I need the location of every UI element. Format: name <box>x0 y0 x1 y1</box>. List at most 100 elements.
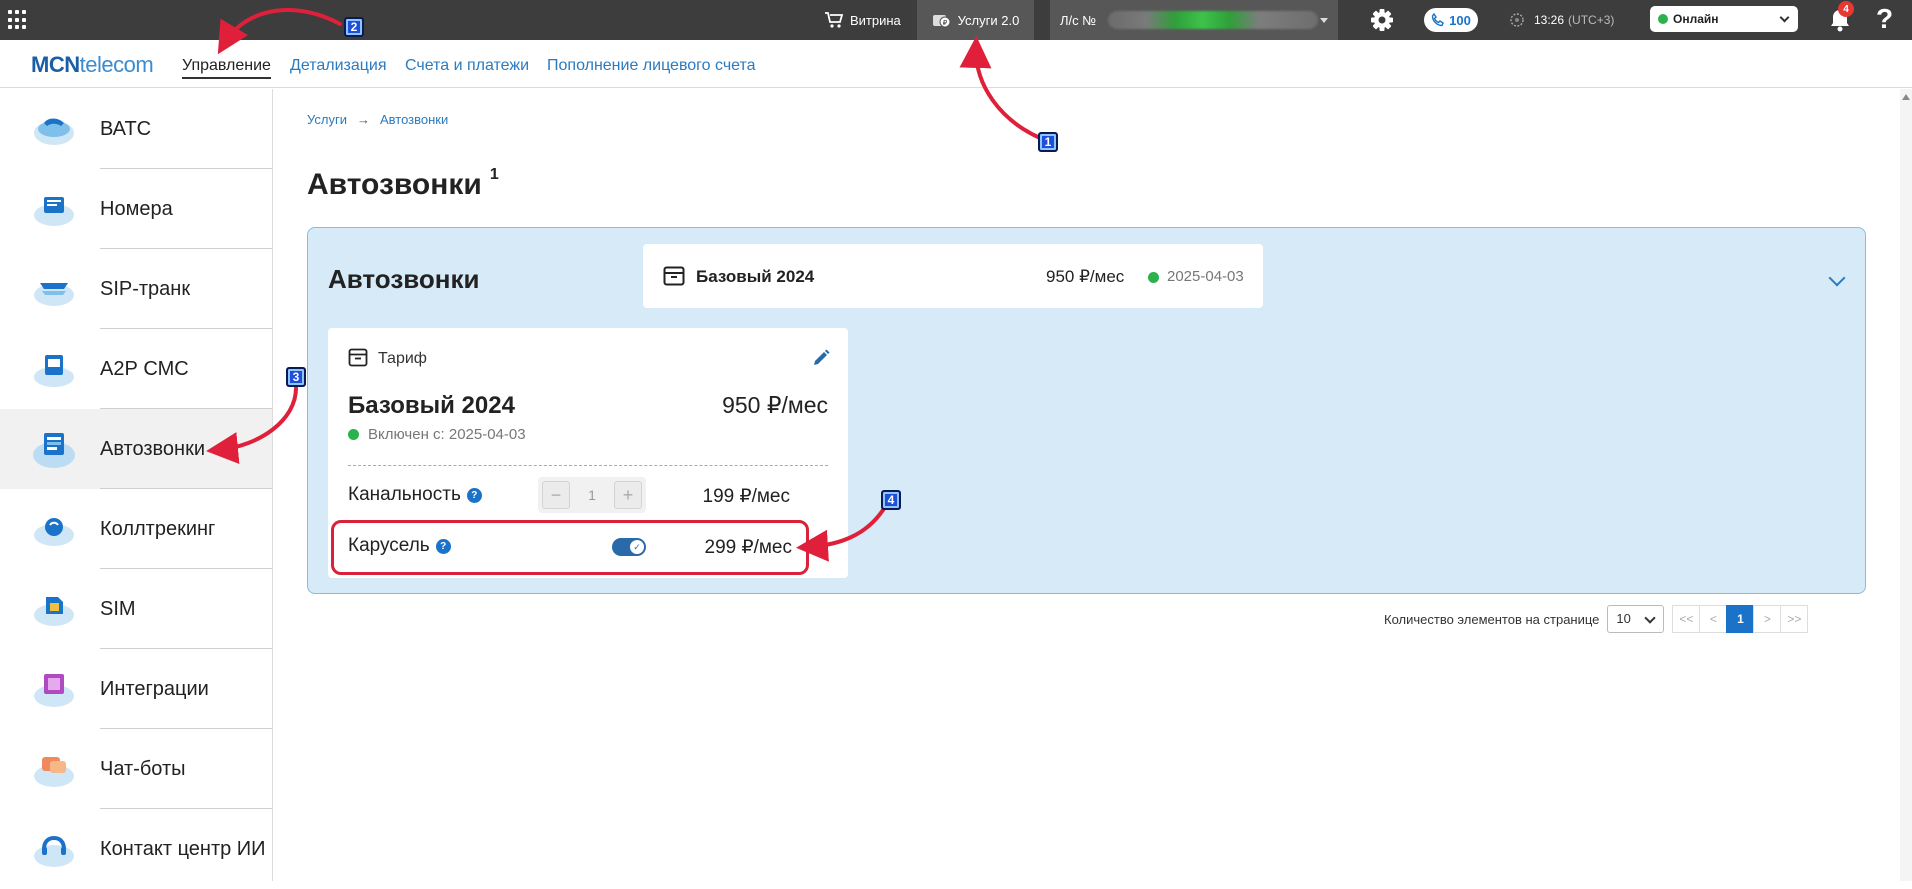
vitrina-link[interactable]: Витрина <box>824 0 901 40</box>
globe-icon <box>1510 13 1524 27</box>
logo[interactable]: MCNtelecom <box>31 52 154 78</box>
calls-count: 100 <box>1449 12 1471 28</box>
arrow-right-icon: → <box>356 112 370 127</box>
annotation-marker-3: 3 <box>286 367 306 387</box>
last-page-button[interactable]: >> <box>1780 605 1809 633</box>
clock: 13:26 (UTC+3) <box>1508 0 1614 40</box>
sidebar-item-integrations[interactable]: Интеграции <box>0 649 272 729</box>
sidebar-item-sim[interactable]: SIM <box>0 569 272 649</box>
breadcrumb-avtozvonki[interactable]: Автозвонки <box>380 112 448 127</box>
annotation-marker-4: 4 <box>881 490 901 510</box>
sidebar-item-label: Контакт центр ИИ <box>100 837 266 860</box>
tariff-label: Тариф <box>378 350 427 367</box>
account-prefix: Л/с № <box>1060 12 1097 28</box>
kanalnost-value: 1 <box>588 487 596 503</box>
help-circle-icon[interactable]: ? <box>466 487 482 503</box>
dashed-divider <box>348 465 828 466</box>
prev-page-button[interactable]: < <box>1699 605 1728 633</box>
top-bar: Витрина ₽ Услуги 2.0 Л/с № 100 13:26 (UT… <box>0 0 1912 40</box>
pagination: Количество элементов на странице 10 << <… <box>1384 604 1809 634</box>
svg-text:₽: ₽ <box>942 19 947 27</box>
account-selector[interactable]: Л/с № <box>1050 0 1338 40</box>
current-page-button[interactable]: 1 <box>1726 605 1755 633</box>
sidebar-item-chatbots[interactable]: Чат-боты <box>0 729 272 809</box>
sidebar-item-label: Интеграции <box>100 677 209 700</box>
archive-box-icon <box>663 266 685 286</box>
status-value: Онлайн <box>1673 12 1719 26</box>
increment-button[interactable]: + <box>613 481 642 509</box>
active-status-dot <box>348 429 359 440</box>
sidebar-item-a2p-sms[interactable]: А2Р СМС <box>0 329 272 409</box>
sidebar-item-label: Номера <box>100 197 173 220</box>
sim-icon <box>34 597 74 626</box>
sidebar-item-label: Коллтрекинг <box>100 517 216 540</box>
nav-popolnenie[interactable]: Пополнение лицевого счета <box>547 57 756 75</box>
sidebar-item-calltracking[interactable]: Коллтрекинг <box>0 489 272 569</box>
page-title-text: Автозвонки <box>307 168 482 201</box>
help-icon[interactable]: ? <box>1876 3 1893 35</box>
chevron-down-icon[interactable] <box>1828 269 1846 287</box>
uslugi-label: Услуги 2.0 <box>957 12 1020 28</box>
account-number-redacted <box>1108 11 1318 29</box>
status-select[interactable]: Онлайн <box>1650 6 1798 32</box>
kanalnost-stepper[interactable]: − 1 + <box>538 477 646 513</box>
tariff-name: Базовый 2024 <box>348 392 515 419</box>
summary-price: 950 ₽/мес <box>1046 267 1125 286</box>
pencil-icon[interactable] <box>811 348 831 368</box>
autodial-icon <box>33 433 75 468</box>
nav-detalizaciya[interactable]: Детализация <box>290 57 387 75</box>
chatbot-icon <box>34 757 74 787</box>
sidebar: ВАТС Номера SIP-транк А2Р СМС Автозвонки… <box>0 89 273 881</box>
sidebar-item-ai-contact-center[interactable]: Контакт центр ИИ <box>0 809 272 889</box>
sidebar-item-vats[interactable]: ВАТС <box>0 89 272 169</box>
uslugi-button[interactable]: ₽ Услуги 2.0 <box>917 0 1034 40</box>
sidebar-item-label: А2Р СМС <box>100 357 189 380</box>
service-title: Автозвонки <box>328 264 480 294</box>
per-page-label: Количество элементов на странице <box>1384 611 1600 627</box>
sidebar-item-label: Автозвонки <box>100 437 206 460</box>
logo-rest: telecom <box>79 52 154 77</box>
sidebar-item-sip-trunk[interactable]: SIP-транк <box>0 249 272 329</box>
vitrina-label: Витрина <box>850 12 901 28</box>
gear-icon[interactable] <box>1368 6 1396 34</box>
status-dot <box>1658 14 1668 24</box>
breadcrumb: Услуги → Автозвонки <box>307 112 448 127</box>
sms-icon <box>34 355 74 387</box>
archive-box-icon <box>348 348 368 367</box>
services-icon: ₽ <box>932 15 951 28</box>
next-page-button[interactable]: > <box>1753 605 1782 633</box>
page-title-count: 1 <box>489 166 499 183</box>
sidebar-item-label: SIM <box>100 597 136 620</box>
caret-down-icon <box>1320 18 1328 23</box>
tariff-since: Включен с: 2025-04-03 <box>368 426 526 443</box>
contact-center-icon <box>34 835 74 867</box>
option-price: 199 ₽/мес <box>702 486 790 507</box>
scroll-up-icon[interactable] <box>1902 94 1910 100</box>
per-page-select[interactable]: 10 <box>1607 605 1665 633</box>
nav-upravlenie[interactable]: Управление <box>182 57 271 79</box>
sidebar-item-numbers[interactable]: Номера <box>0 169 272 249</box>
sub-navigation: MCNtelecom Управление Детализация Счета … <box>0 40 1912 88</box>
breadcrumb-uslugi[interactable]: Услуги <box>307 112 347 127</box>
annotation-marker-1: 1 <box>1038 132 1058 152</box>
sidebar-item-label: SIP-транк <box>100 277 191 300</box>
calls-counter[interactable]: 100 <box>1424 8 1478 32</box>
nav-scheta[interactable]: Счета и платежи <box>405 57 529 75</box>
decrement-button[interactable]: − <box>542 481 570 509</box>
summary-date: 2025-04-03 <box>1167 268 1244 285</box>
sidebar-item-label: ВАТС <box>100 117 152 140</box>
sidebar-item-label: Чат-боты <box>100 757 186 780</box>
active-status-dot <box>1148 272 1159 283</box>
notifications-badge: 4 <box>1838 1 1854 17</box>
sidebar-item-avtozvonki[interactable]: Автозвонки <box>0 409 272 489</box>
first-page-button[interactable]: << <box>1672 605 1701 633</box>
option-kanalnost: Канальность ? <box>348 484 482 506</box>
tariff-summary[interactable]: Базовый 2024 950 ₽/мес 2025-04-03 <box>643 244 1263 308</box>
integrations-icon <box>34 674 74 707</box>
sip-trunk-icon <box>34 283 74 306</box>
utc-offset: (UTC+3) <box>1568 13 1615 27</box>
apps-grid-icon[interactable] <box>8 10 28 30</box>
vats-icon <box>34 118 74 145</box>
page-scrollbar[interactable] <box>1900 89 1912 881</box>
annotation-marker-2: 2 <box>344 17 364 37</box>
